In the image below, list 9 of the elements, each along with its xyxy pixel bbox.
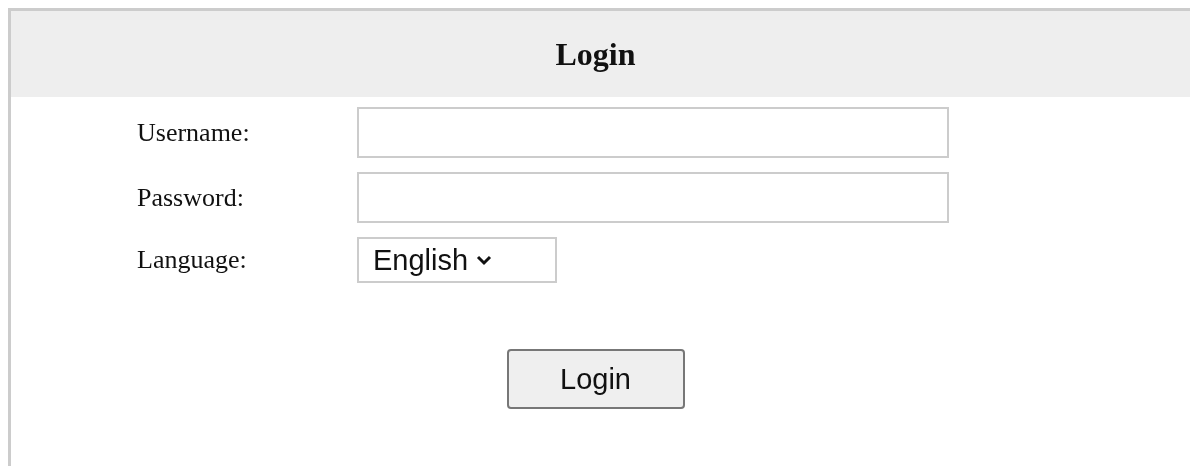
username-field[interactable] [357, 107, 949, 158]
password-field[interactable] [357, 172, 949, 223]
field-label: Username: [137, 117, 251, 148]
login-button[interactable]: Login [506, 349, 685, 409]
chevron-down-icon [476, 254, 493, 266]
field-label: Password: [137, 182, 245, 213]
language-dropdown[interactable]: English [357, 237, 557, 283]
login-title: Login [555, 35, 637, 73]
field-label: Language: [137, 245, 248, 275]
